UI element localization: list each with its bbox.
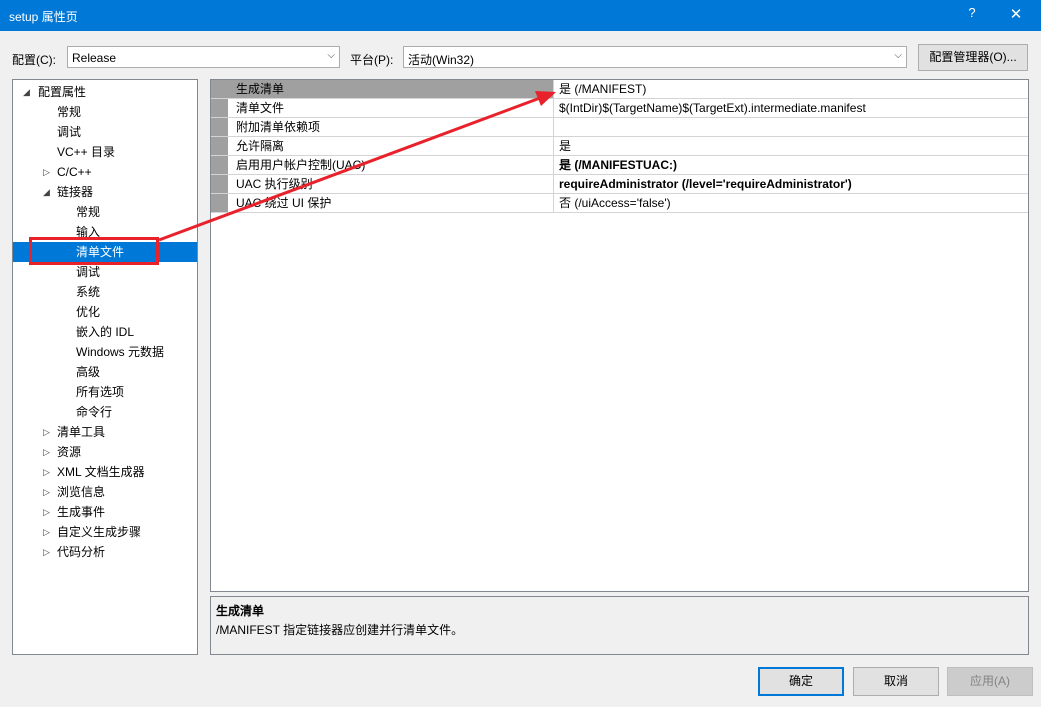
annotation-arrow: [158, 91, 556, 242]
